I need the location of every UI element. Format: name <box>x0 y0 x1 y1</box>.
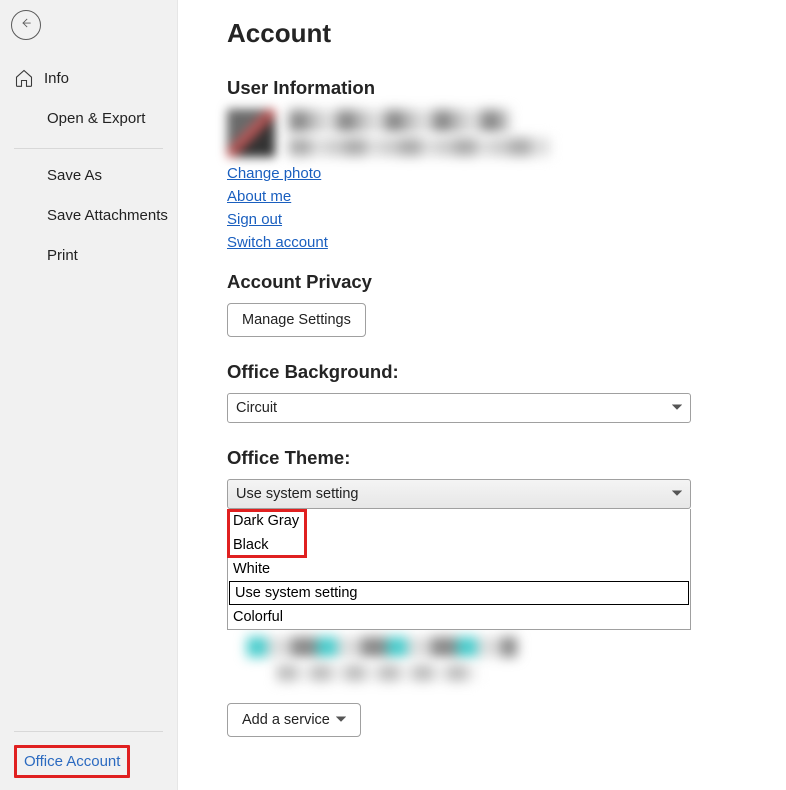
change-photo-link[interactable]: Change photo <box>227 165 321 182</box>
user-name-redacted <box>289 110 509 132</box>
sidebar-item-label: Info <box>44 70 69 87</box>
sidebar-item-office-account[interactable]: Office Account <box>14 745 130 778</box>
theme-option-colorful[interactable]: Colorful <box>228 605 690 629</box>
select-value: Use system setting <box>236 486 359 502</box>
switch-account-link[interactable]: Switch account <box>227 234 328 251</box>
sidebar-item-label: Print <box>47 247 78 264</box>
main-panel: Account User Information Change photo Ab… <box>178 0 786 790</box>
account-privacy-heading: Account Privacy <box>227 271 786 293</box>
theme-option-dark-gray[interactable]: Dark Gray <box>228 509 690 533</box>
sidebar-divider <box>14 731 163 732</box>
sidebar-item-print[interactable]: Print <box>0 235 177 275</box>
office-background-heading: Office Background: <box>227 361 786 383</box>
theme-option-white[interactable]: White <box>228 557 690 581</box>
sidebar-item-save-as[interactable]: Save As <box>0 155 177 195</box>
manage-settings-button[interactable]: Manage Settings <box>227 303 366 337</box>
office-theme-dropdown: Dark Gray Black White Use system setting… <box>227 509 691 630</box>
page-title: Account <box>227 18 786 49</box>
home-icon <box>14 68 34 88</box>
chevron-down-icon <box>672 486 682 502</box>
button-label: Manage Settings <box>242 312 351 328</box>
user-info-block: Change photo About me Sign out Switch ac… <box>227 109 786 251</box>
chevron-down-icon <box>336 712 346 728</box>
sidebar-item-open-export[interactable]: Open & Export <box>0 98 177 138</box>
add-service-button[interactable]: Add a service <box>227 703 361 737</box>
user-email-redacted <box>289 138 549 156</box>
sidebar-item-label: Save As <box>47 167 102 184</box>
connected-service-detail-redacted <box>277 665 477 681</box>
about-me-link[interactable]: About me <box>227 188 291 205</box>
office-background-select[interactable]: Circuit <box>227 393 691 423</box>
office-theme-heading: Office Theme: <box>227 447 786 469</box>
office-theme-select[interactable]: Use system setting <box>227 479 691 509</box>
sidebar-item-info[interactable]: Info <box>0 58 177 98</box>
sidebar-item-label: Open & Export <box>47 110 145 127</box>
sidebar: Info Open & Export Save As Save Attachme… <box>0 0 178 790</box>
button-label: Add a service <box>242 712 330 728</box>
sidebar-item-label: Save Attachments <box>47 207 168 224</box>
sidebar-divider <box>14 148 163 149</box>
theme-option-use-system[interactable]: Use system setting <box>229 581 689 605</box>
user-info-heading: User Information <box>227 77 786 99</box>
sign-out-link[interactable]: Sign out <box>227 211 282 228</box>
back-button[interactable] <box>11 10 41 40</box>
chevron-down-icon <box>672 400 682 416</box>
sidebar-item-save-attachments[interactable]: Save Attachments <box>0 195 177 235</box>
arrow-left-icon <box>19 16 33 35</box>
theme-option-black[interactable]: Black <box>228 533 690 557</box>
select-value: Circuit <box>236 400 277 416</box>
avatar <box>227 109 275 157</box>
connected-service-redacted <box>247 637 517 657</box>
